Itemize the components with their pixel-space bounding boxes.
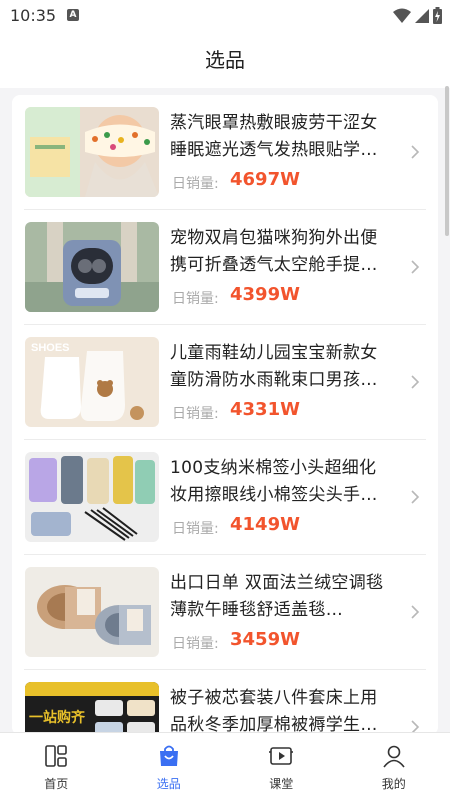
chevron-right-icon bbox=[406, 373, 424, 391]
wifi-icon bbox=[393, 8, 411, 24]
nav-item-mine[interactable]: 我的 bbox=[338, 733, 450, 801]
video-play-icon bbox=[268, 743, 294, 769]
scrollbar[interactable] bbox=[445, 86, 449, 236]
sales-value: 4149W bbox=[230, 514, 300, 535]
sales-label: 日销量: bbox=[172, 173, 219, 193]
sales-label: 日销量: bbox=[172, 403, 219, 423]
sales-label: 日销量: bbox=[172, 518, 219, 538]
product-item[interactable]: 一站购齐 被子被芯套装八件套床上用品秋冬季加厚棉被褥学生宿… bbox=[12, 670, 438, 735]
chevron-right-icon bbox=[406, 603, 424, 621]
nav-label-home: 首页 bbox=[0, 775, 113, 792]
home-grid-icon bbox=[43, 743, 69, 769]
shopping-bag-icon bbox=[156, 743, 182, 769]
status-time: 10:35 bbox=[10, 6, 56, 25]
product-list: 蒸汽眼罩热敷眼疲劳干涩女睡眠遮光透气发热眼贴学生… 日销量: 4697W 宠物双… bbox=[12, 95, 438, 735]
user-icon bbox=[381, 743, 407, 769]
nav-item-home[interactable]: 首页 bbox=[0, 733, 113, 801]
sales-value: 4697W bbox=[230, 169, 300, 190]
product-title: 儿童雨鞋幼儿园宝宝新款女童防滑防水雨靴束口男孩水… bbox=[170, 340, 392, 394]
product-title: 宠物双肩包猫咪狗狗外出便携可折叠透气太空舱手提防… bbox=[170, 225, 392, 279]
nav-label-mine: 我的 bbox=[338, 775, 450, 792]
nav-label-selection: 选品 bbox=[113, 775, 226, 792]
page-title: 选品 bbox=[0, 32, 450, 88]
chevron-right-icon bbox=[406, 488, 424, 506]
sales-label: 日销量: bbox=[172, 633, 219, 653]
sales-value: 4399W bbox=[230, 284, 300, 305]
chevron-right-icon bbox=[406, 143, 424, 161]
chevron-right-icon bbox=[406, 258, 424, 276]
product-item[interactable]: 蒸汽眼罩热敷眼疲劳干涩女睡眠遮光透气发热眼贴学生… 日销量: 4697W bbox=[12, 95, 438, 210]
product-item[interactable]: 宠物双肩包猫咪狗狗外出便携可折叠透气太空舱手提防… 日销量: 4399W bbox=[12, 210, 438, 325]
product-thumbnail bbox=[25, 452, 159, 542]
thumbnail-promo-text: 一站购齐 bbox=[29, 709, 86, 726]
page-header: 选品 bbox=[0, 32, 450, 88]
product-title: 出口日单 双面法兰绒空调毯薄款午睡毯舒适盖毯… bbox=[170, 570, 392, 624]
product-thumbnail bbox=[25, 222, 159, 312]
nav-label-classroom: 课堂 bbox=[225, 775, 338, 792]
thumbnail-shoes-text: SHOES bbox=[31, 342, 70, 354]
product-thumbnail: 一站购齐 bbox=[25, 682, 159, 735]
product-thumbnail bbox=[25, 107, 159, 197]
nav-item-selection[interactable]: 选品 bbox=[113, 733, 226, 801]
signal-icon bbox=[415, 8, 429, 24]
sales-value: 3459W bbox=[230, 629, 300, 650]
product-title: 被子被芯套装八件套床上用品秋冬季加厚棉被褥学生宿… bbox=[170, 685, 392, 735]
battery-icon bbox=[433, 7, 442, 24]
product-thumbnail: SHOES bbox=[25, 337, 159, 427]
product-item[interactable]: 出口日单 双面法兰绒空调毯薄款午睡毯舒适盖毯… 日销量: 3459W bbox=[12, 555, 438, 670]
sales-value: 4331W bbox=[230, 399, 300, 420]
notification-icon: A bbox=[67, 9, 79, 21]
product-item[interactable]: SHOES 儿童雨鞋幼儿园宝宝新款女童防滑防水雨靴束口男孩水… 日销量: 433… bbox=[12, 325, 438, 440]
product-title: 100支纳米棉签小头超细化妆用擦眼线小棉签尖头手机缝… bbox=[170, 455, 392, 509]
sales-label: 日销量: bbox=[172, 288, 219, 308]
product-item[interactable]: 100支纳米棉签小头超细化妆用擦眼线小棉签尖头手机缝… 日销量: 4149W bbox=[12, 440, 438, 555]
product-title: 蒸汽眼罩热敷眼疲劳干涩女睡眠遮光透气发热眼贴学生… bbox=[170, 110, 392, 164]
product-thumbnail bbox=[25, 567, 159, 657]
bottom-nav: 首页 选品 课堂 我的 bbox=[0, 732, 450, 801]
status-icons bbox=[393, 7, 442, 24]
status-bar: 10:35 A bbox=[0, 0, 450, 32]
nav-item-classroom[interactable]: 课堂 bbox=[225, 733, 338, 801]
